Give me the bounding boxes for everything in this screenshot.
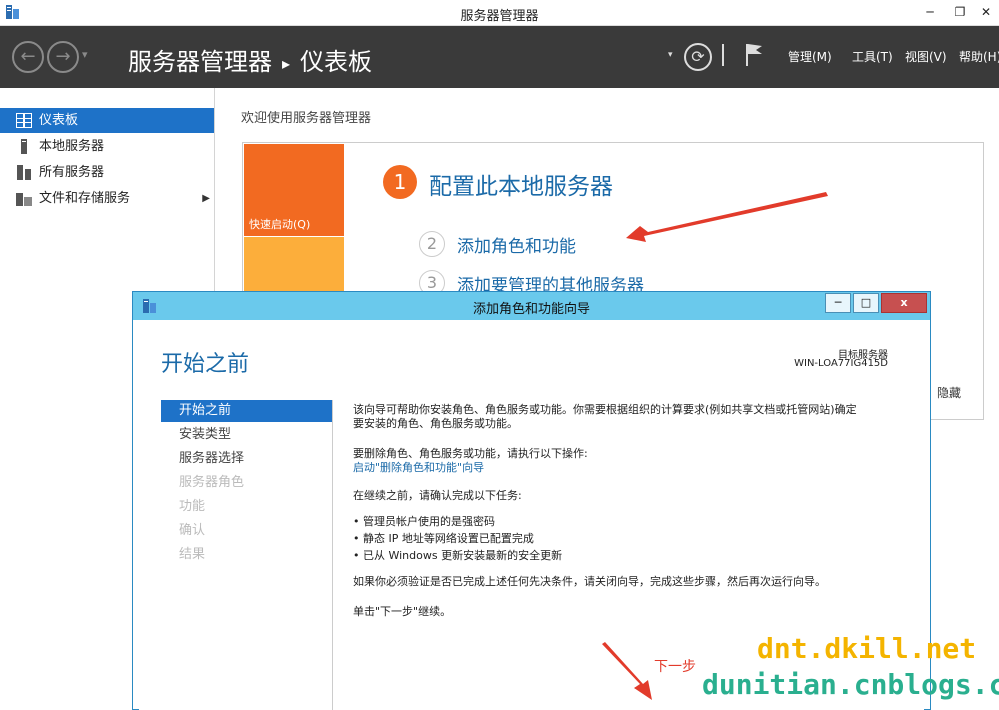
wizard-titlebar: 添加角色和功能向导 ─ □ x: [133, 292, 930, 320]
next-step-annotation: 下一步: [654, 659, 696, 675]
notification-flag-icon[interactable]: [744, 42, 764, 68]
restore-button[interactable]: ❐: [947, 2, 973, 22]
wizard-step-results: 结果: [179, 547, 206, 562]
dashboard-icon: [16, 113, 32, 128]
arrow-right-icon: →: [55, 46, 71, 67]
wizard-step-server-selection[interactable]: 服务器选择: [161, 448, 332, 470]
sidebar-item-label: 本地服务器: [39, 139, 105, 154]
prereq-item: • 已从 Windows 更新安装最新的安全更新: [353, 549, 563, 562]
file-storage-icon: [16, 193, 32, 206]
wizard-steps: 开始之前 安装类型 服务器选择 服务器角色 功能 确认 结果: [161, 400, 333, 710]
hide-link[interactable]: 隐藏: [937, 384, 961, 401]
sidebar-item-label: 仪表板: [39, 113, 79, 128]
intro-line-1: 该向导可帮助你安装角色、角色服务或功能。你需要根据组织的计算要求(例如共享文档或…: [353, 403, 857, 416]
verify-note: 如果你必须验证是否已完成上述任何先决条件，请关闭向导，完成这些步骤，然后再次运行…: [353, 575, 826, 588]
wizard-step-before-you-begin[interactable]: 开始之前: [161, 400, 332, 422]
arrow-left-icon: ←: [20, 46, 36, 67]
prereq-item: • 静态 IP 地址等网络设置已配置完成: [353, 532, 534, 545]
chevron-right-icon: ▸: [282, 53, 291, 73]
wizard-close-button[interactable]: x: [881, 293, 927, 313]
sidebar-item-dashboard[interactable]: 仪表板: [0, 108, 214, 133]
wizard-title: 添加角色和功能向导: [472, 302, 590, 317]
prereq-heading: 在继续之前，请确认完成以下任务:: [353, 489, 522, 502]
history-dropdown-icon[interactable]: ▾: [82, 48, 88, 61]
remove-wizard-link[interactable]: 启动"删除角色和功能"向导: [353, 460, 484, 475]
continue-note: 单击"下一步"继续。: [353, 605, 452, 618]
forward-button[interactable]: →: [47, 41, 79, 73]
intro-line-2: 要安装的角色、角色服务或功能。: [353, 417, 518, 430]
quick-start-tile[interactable]: 快速启动(Q): [244, 144, 344, 236]
prereq-item: • 管理员帐户使用的是强密码: [353, 515, 495, 528]
back-button[interactable]: ←: [12, 41, 44, 73]
step1-link[interactable]: 配置此本地服务器: [429, 167, 613, 201]
menu-manage[interactable]: 管理(M): [788, 48, 832, 65]
step2-badge: 2: [419, 231, 445, 257]
menu-tools[interactable]: 工具(T): [852, 48, 893, 65]
wizard-step-install-type[interactable]: 安装类型: [161, 424, 332, 446]
wizard-step-features: 功能: [179, 499, 206, 514]
menu-help[interactable]: 帮助(H): [959, 48, 999, 65]
wizard-maximize-button[interactable]: □: [853, 293, 879, 313]
sidebar-item-label: 所有服务器: [39, 165, 105, 180]
watermark-line-2: dunitian.cnblogs.com: [702, 668, 999, 701]
wizard-step-confirmation: 确认: [179, 523, 206, 538]
step1-badge: 1: [383, 165, 417, 199]
chevron-down-icon[interactable]: ▾: [668, 50, 673, 60]
welcome-heading: 欢迎使用服务器管理器: [241, 111, 372, 126]
breadcrumb: 服务器管理器 ▸ 仪表板: [128, 42, 372, 77]
sidebar-item-all-servers[interactable]: 所有服务器: [0, 160, 214, 185]
window-title: 服务器管理器: [460, 9, 539, 24]
close-button[interactable]: ✕: [973, 2, 999, 22]
divider: [722, 44, 724, 66]
wizard-minimize-button[interactable]: ─: [825, 293, 851, 313]
sidebar-item-local-server[interactable]: 本地服务器: [0, 134, 214, 159]
expand-arrow-icon[interactable]: ▶: [202, 186, 210, 211]
app-header: ← → ▾ 服务器管理器 ▸ 仪表板 ▾ ⟳ 管理(M) 工具(T) 视图(V) 帮…: [0, 26, 999, 88]
server-icon: [21, 139, 27, 154]
wizard-heading: 开始之前: [161, 352, 250, 377]
minimize-button[interactable]: ─: [917, 2, 943, 22]
add-roles-link[interactable]: 添加角色和功能: [457, 232, 576, 257]
breadcrumb-current: 仪表板: [300, 48, 373, 76]
window-titlebar: 服务器管理器 ─ ❐ ✕: [0, 0, 999, 26]
sidebar-item-label: 文件和存储服务: [39, 191, 131, 206]
target-server-value: WIN-LOA77IG415D: [794, 358, 888, 369]
remove-instruction: 要删除角色、角色服务或功能，请执行以下操作:: [353, 447, 588, 460]
quick-start-label: 快速启动(Q): [249, 218, 311, 231]
wizard-step-server-roles: 服务器角色: [179, 475, 245, 490]
watermark-line-1: dnt.dkill.net: [757, 632, 977, 665]
refresh-icon: ⟳: [691, 47, 705, 66]
refresh-button[interactable]: ⟳: [684, 43, 712, 71]
sidebar-item-file-storage[interactable]: 文件和存储服务 ▶: [0, 186, 214, 211]
breadcrumb-root[interactable]: 服务器管理器: [128, 48, 272, 76]
servers-icon: [17, 165, 31, 180]
menu-view[interactable]: 视图(V): [905, 48, 947, 65]
